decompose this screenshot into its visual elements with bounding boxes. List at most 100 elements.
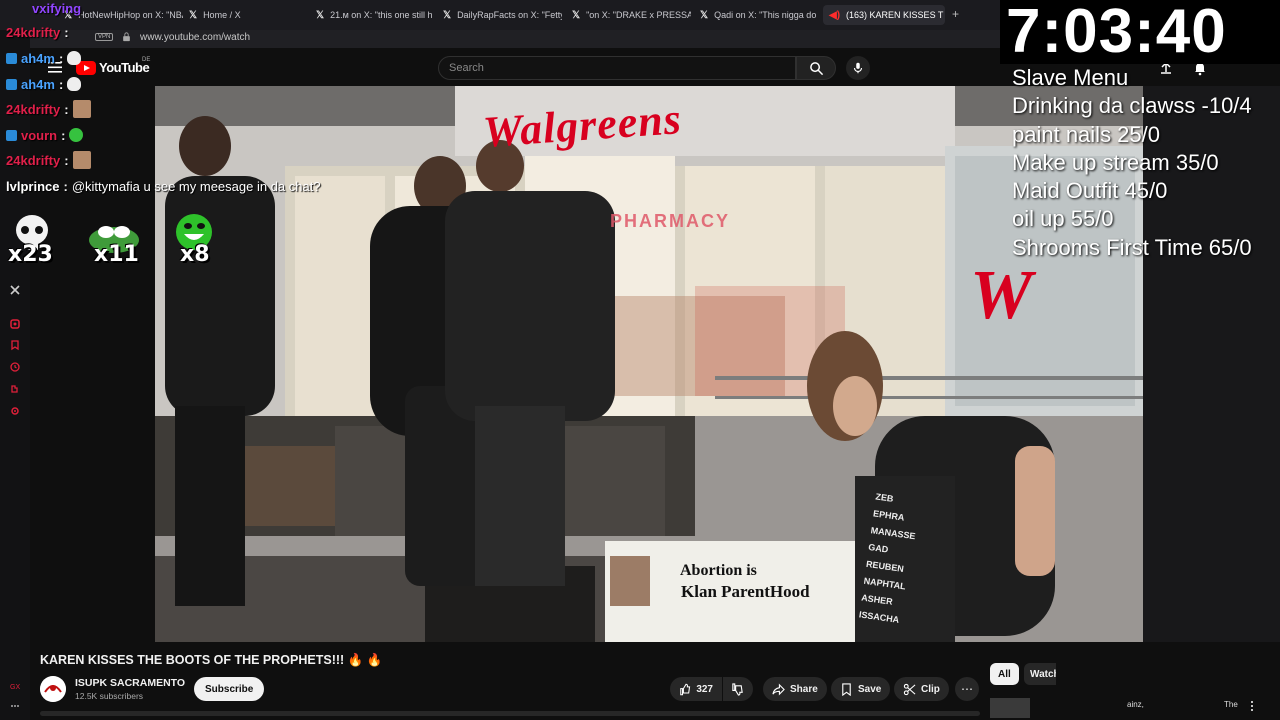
history-icon[interactable] [9, 361, 21, 373]
browser-tab[interactable]: 𝕏 Qadi on X: "This nigga do [694, 5, 819, 25]
settings-icon[interactable] [9, 405, 21, 417]
chat-username: 24kdrifty [6, 24, 61, 40]
overlay-menu: Slave Menu Drinking da clawss -10/4 pain… [1012, 64, 1252, 262]
walgreens-w-logo: W [970, 257, 1033, 334]
emote-combo-panel: x23 x11 x8 [8, 212, 218, 272]
new-tab-button[interactable]: + [952, 7, 959, 21]
skull-emote-icon [67, 77, 82, 91]
search-icon [810, 62, 824, 76]
extensions-icon[interactable] [9, 383, 21, 395]
chat-username: ah4m [21, 50, 55, 66]
skull-emote-icon [67, 51, 82, 65]
youtube-logo[interactable]: YouTube [76, 60, 150, 75]
chat-line: vxifying [32, 0, 81, 18]
share-icon [772, 683, 785, 695]
search-input[interactable]: Search [438, 56, 796, 80]
poster-text-2: Klan ParentHood [681, 582, 810, 601]
browser-tab[interactable]: 𝕏 21.ᴍ on X: "this one still h [310, 5, 435, 25]
svg-text:GX: GX [10, 684, 20, 691]
like-button[interactable]: 327 [670, 677, 722, 701]
country-code: DE [142, 57, 151, 63]
chat-line: lvlprince: @kittymafia u see my meesage … [6, 178, 321, 194]
chat-username: ah4m [21, 76, 55, 92]
chat-line: ah4m: [6, 48, 82, 68]
recommended-video-text[interactable]: The [1224, 700, 1238, 709]
vertical-dots-icon[interactable] [1246, 700, 1258, 712]
overlay-menu-item: paint nails 25/0 [1012, 121, 1160, 147]
clip-button[interactable]: Clip [894, 677, 949, 701]
overlay-menu-item: oil up 55/0 [1012, 206, 1114, 232]
chat-username: vxifying [32, 0, 82, 16]
overlay-menu-item: Shrooms First Time 65/0 [1012, 234, 1252, 260]
video-metadata: KAREN KISSES THE BOOTS OF THE PROPHETS!!… [30, 642, 980, 720]
chat-username: 24kdrifty [6, 101, 61, 117]
emote-count: x8 [180, 242, 210, 267]
browser-tab-active[interactable]: ◀) (163) KAREN KISSES T [823, 5, 945, 25]
emote-count: x11 [94, 242, 139, 267]
face-emote-icon [72, 100, 91, 118]
more-sidebar-icon[interactable] [9, 700, 21, 712]
thumbs-down-icon [732, 682, 743, 696]
x-logo-icon: 𝕏 [572, 9, 581, 21]
description-box-edge [40, 711, 980, 716]
bookmark-icon[interactable] [9, 339, 21, 351]
overlay-menu-item: Drinking da clawss -10/4 [1012, 93, 1252, 119]
twitter-badge-icon [6, 129, 17, 141]
emote-count: x23 [8, 242, 53, 267]
gx-icon[interactable]: GX [9, 680, 21, 692]
pharmacy-sign: PHARMACY [610, 211, 731, 231]
save-button[interactable]: Save [831, 677, 891, 701]
video-player[interactable]: Walgreens PHARMACY W Abortion is Klan Pa… [155, 86, 1143, 642]
screen: 𝕏 HotNewHipHop on X: "NBA 𝕏 Home / X 𝕏 21.ᴍ… [0, 0, 1280, 720]
scissors-icon [903, 683, 916, 695]
video-frame [155, 86, 1143, 642]
twitter-badge-icon [6, 78, 17, 90]
chat-username: lvlprince [6, 178, 60, 194]
microphone-icon [853, 62, 863, 74]
stream-clock: 7:03:40 [1006, 0, 1227, 66]
address-bar[interactable]: VPN www.youtube.com/watch [0, 30, 1000, 48]
twitter-badge-icon [6, 52, 17, 64]
channel-logo-icon [40, 676, 66, 702]
face-emote-icon [72, 151, 91, 169]
x-sidebar-icon[interactable] [9, 284, 21, 296]
subscriber-count: 12.5K subscribers [75, 691, 144, 701]
save-icon [842, 682, 851, 696]
chat-line: 24kdrifty: [6, 99, 91, 119]
chat-message: @kittymafia u see my meesage in da chat? [71, 178, 321, 194]
x-logo-icon: 𝕏 [316, 9, 325, 21]
browser-tab[interactable]: 𝕏 Home / X [183, 5, 308, 25]
chat-username: 24kdrifty [6, 152, 61, 168]
browser-tab[interactable]: 𝕏 "on X: "DRAKE x PRESSA [566, 5, 691, 25]
subscribe-button[interactable]: Subscribe [194, 677, 265, 701]
overlay-menu-item: Maid Outfit 45/0 [1012, 178, 1168, 204]
speaker-icon: ◀) [829, 9, 841, 21]
overlay-menu-item: Make up stream 35/0 [1012, 149, 1219, 175]
voice-search-button[interactable] [846, 56, 870, 80]
video-title: KAREN KISSES THE BOOTS OF THE PROPHETS!!… [40, 653, 383, 667]
chat-line: vourn: [6, 125, 84, 145]
pepe-emote-icon [69, 128, 84, 142]
channel-avatar[interactable] [40, 676, 66, 702]
chip-all[interactable]: All [990, 663, 1019, 685]
poster-text-1: Abortion is [680, 562, 757, 579]
recommended-video-text[interactable]: ainz, [1127, 700, 1144, 709]
dislike-button[interactable] [723, 677, 753, 701]
channel-name[interactable]: ISUPK SACRAMENTO [75, 677, 185, 689]
share-button[interactable]: Share [763, 677, 827, 701]
url-text[interactable]: www.youtube.com/watch [140, 32, 250, 43]
more-actions-button[interactable]: ⋯ [955, 677, 979, 701]
x-logo-icon: 𝕏 [700, 9, 709, 21]
vpn-badge[interactable]: VPN [95, 33, 114, 41]
record-icon[interactable] [9, 318, 21, 330]
x-logo-icon: 𝕏 [443, 9, 452, 21]
chat-line: 24kdrifty: [6, 150, 91, 170]
browser-tab[interactable]: 𝕏 DailyRapFacts on X: "Fetty [437, 5, 562, 25]
chip-watched[interactable]: Watch [1024, 663, 1056, 685]
chat-username: vourn [21, 127, 58, 143]
overlay-menu-title: Slave Menu [1012, 65, 1129, 90]
chat-line: ah4m: [6, 74, 82, 94]
search-button[interactable] [796, 56, 836, 80]
chat-line: 24kdrifty: [6, 24, 69, 40]
recommended-video-thumbnail[interactable] [990, 698, 1030, 718]
